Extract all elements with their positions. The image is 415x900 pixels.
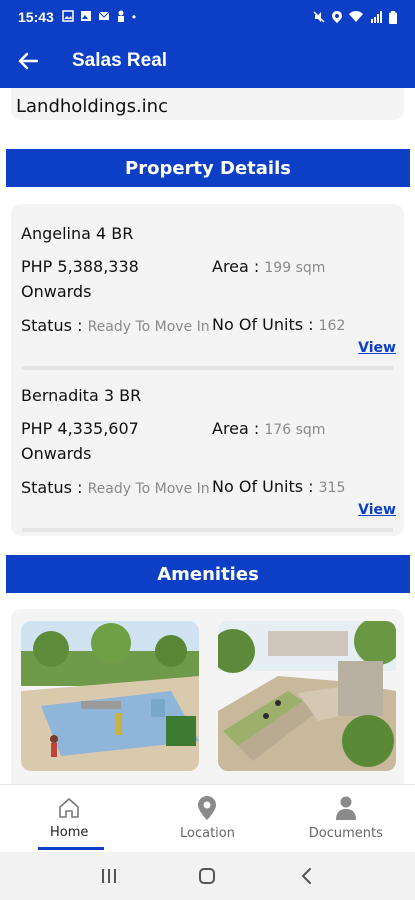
units-value: 315 — [318, 480, 346, 496]
person-icon — [335, 796, 356, 820]
unit-price: PHP 4,335,607 Onwards — [21, 419, 139, 463]
bottom-nav: Home Location Documents — [0, 784, 415, 852]
gallery-notification-icon — [80, 11, 91, 21]
units-label: No Of Units : — [212, 477, 314, 496]
unit-divider — [22, 528, 393, 532]
property-details-header: Property Details — [6, 149, 410, 187]
units-label: No Of Units : — [212, 315, 314, 334]
home-square-icon — [199, 868, 216, 884]
mail-notification-icon — [98, 11, 110, 20]
area-value: 199 sqm — [264, 260, 326, 276]
dot-notification-icon: • — [131, 10, 137, 24]
back-button[interactable] — [0, 52, 56, 70]
status-value: Ready To Move In — [87, 481, 210, 497]
unit-area: Area : 176 sqm — [212, 419, 325, 438]
view-link[interactable]: View — [358, 340, 396, 356]
unit-status: Status : Ready To Move In — [21, 476, 211, 501]
home-system-button[interactable] — [192, 861, 222, 891]
area-value: 176 sqm — [264, 422, 326, 438]
system-icons — [313, 10, 397, 24]
back-system-button[interactable] — [291, 861, 321, 891]
mute-icon — [313, 11, 325, 23]
location-status-icon — [332, 11, 342, 23]
battery-icon — [389, 10, 397, 24]
home-icon — [59, 798, 79, 818]
nav-home[interactable]: Home — [0, 785, 138, 852]
recents-button[interactable] — [94, 861, 124, 891]
amenities-card — [11, 609, 404, 784]
status-time: 15:43 — [18, 9, 54, 25]
page-title: Salas Real — [72, 50, 168, 71]
unit-count: No Of Units : 162 — [212, 315, 345, 334]
area-label: Area : — [212, 257, 260, 276]
amenities-header: Amenities — [6, 555, 410, 593]
garden-illustration — [218, 621, 396, 771]
playground-illustration — [21, 621, 199, 771]
app-bar: Salas Real — [0, 34, 415, 88]
unit-divider — [22, 366, 393, 370]
wifi-icon — [349, 11, 363, 22]
units-value: 162 — [318, 318, 346, 334]
status-label: Status : — [21, 478, 83, 497]
nav-location-label: Location — [180, 826, 235, 841]
arrow-left-icon — [18, 52, 38, 70]
developer-card: Landholdings.inc — [11, 88, 404, 120]
unit-count: No Of Units : 315 — [212, 477, 345, 496]
signal-icon — [371, 11, 382, 23]
view-link[interactable]: View — [358, 502, 396, 518]
nav-home-label: Home — [49, 825, 89, 840]
developer-name: Landholdings.inc — [16, 96, 168, 117]
nav-location[interactable]: Location — [138, 785, 276, 852]
location-pin-icon — [198, 796, 217, 820]
area-label: Area : — [212, 419, 260, 438]
main-content[interactable]: Landholdings.inc Property Details Angeli… — [0, 88, 415, 784]
amenity-image-playground[interactable] — [21, 621, 199, 771]
unit-status: Status : Ready To Move In — [21, 314, 211, 339]
person-notification-icon — [117, 10, 124, 22]
status-bar: 15:43 • — [0, 0, 415, 34]
property-details-card: Angelina 4 BR PHP 5,388,338 Onwards Area… — [11, 204, 404, 536]
unit-name: Angelina 4 BR — [21, 224, 134, 243]
unit-area: Area : 199 sqm — [212, 257, 325, 276]
recents-icon — [102, 869, 117, 883]
nav-documents[interactable]: Documents — [277, 785, 415, 852]
amenity-image-garden[interactable] — [218, 621, 396, 771]
notification-icons: • — [62, 10, 136, 24]
status-label: Status : — [21, 316, 83, 335]
system-nav-bar — [0, 852, 415, 900]
status-value: Ready To Move In — [87, 319, 210, 335]
unit-name: Bernadita 3 BR — [21, 386, 142, 405]
unit-price: PHP 5,388,338 Onwards — [21, 257, 139, 301]
nav-documents-label: Documents — [308, 826, 383, 841]
image-notification-icon — [62, 10, 74, 22]
chevron-left-icon — [301, 868, 311, 884]
